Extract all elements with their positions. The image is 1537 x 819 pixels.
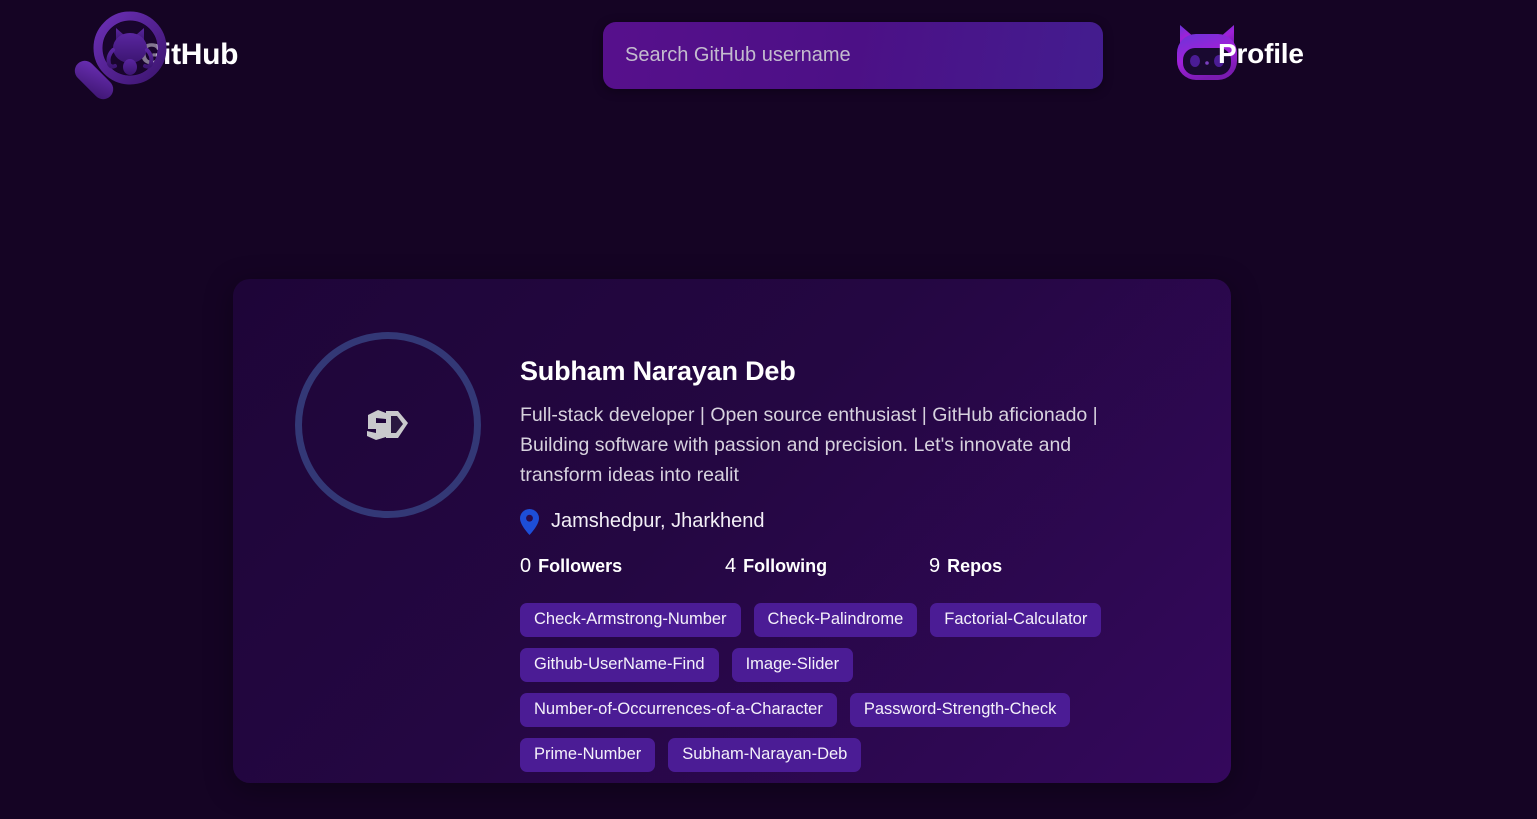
stat-repos: 9 Repos — [929, 555, 1002, 578]
repo-tag[interactable]: Subham-Narayan-Deb — [668, 738, 861, 772]
location-row: Jamshedpur, Jharkhend — [520, 509, 1180, 535]
magnifier-octocat-logo-icon — [72, 8, 180, 104]
stat-following-label: Following — [743, 556, 827, 577]
repo-tag[interactable]: Github-UserName-Find — [520, 648, 719, 682]
map-pin-icon — [520, 509, 539, 535]
search-container — [603, 22, 1103, 89]
profile-nav-link[interactable]: Profile — [1168, 14, 1338, 94]
brand[interactable]: GitHub — [72, 8, 362, 104]
stats-row: 0 Followers 4 Following 9 Repos — [520, 555, 1180, 578]
repo-tag[interactable]: Check-Armstrong-Number — [520, 603, 741, 637]
stat-repos-value: 9 — [929, 555, 940, 578]
repo-tag[interactable]: Image-Slider — [732, 648, 854, 682]
repo-tag[interactable]: Factorial-Calculator — [930, 603, 1101, 637]
app-header: GitHub — [0, 0, 1537, 112]
stat-following-value: 4 — [725, 555, 736, 578]
avatar — [295, 332, 481, 518]
profile-card: Subham Narayan Deb Full-stack developer … — [233, 279, 1231, 783]
sd-monogram-avatar-icon — [364, 407, 412, 443]
repo-tag[interactable]: Number-of-Occurrences-of-a-Character — [520, 693, 837, 727]
stat-repos-label: Repos — [947, 556, 1002, 577]
stat-followers-label: Followers — [538, 556, 622, 577]
profile-details: Subham Narayan Deb Full-stack developer … — [520, 357, 1180, 772]
stat-followers: 0 Followers — [520, 555, 725, 578]
stat-following: 4 Following — [725, 555, 929, 578]
repo-list: Check-Armstrong-Number Check-Palindrome … — [520, 603, 1160, 772]
search-input[interactable] — [603, 22, 1103, 89]
stat-followers-value: 0 — [520, 555, 531, 578]
profile-bio: Full-stack developer | Open source enthu… — [520, 400, 1150, 490]
repo-tag[interactable]: Check-Palindrome — [754, 603, 918, 637]
profile-label: Profile — [1218, 38, 1304, 70]
repo-tag[interactable]: Password-Strength-Check — [850, 693, 1071, 727]
repo-tag[interactable]: Prime-Number — [520, 738, 655, 772]
location-text: Jamshedpur, Jharkhend — [551, 510, 764, 533]
profile-name: Subham Narayan Deb — [520, 357, 1180, 387]
